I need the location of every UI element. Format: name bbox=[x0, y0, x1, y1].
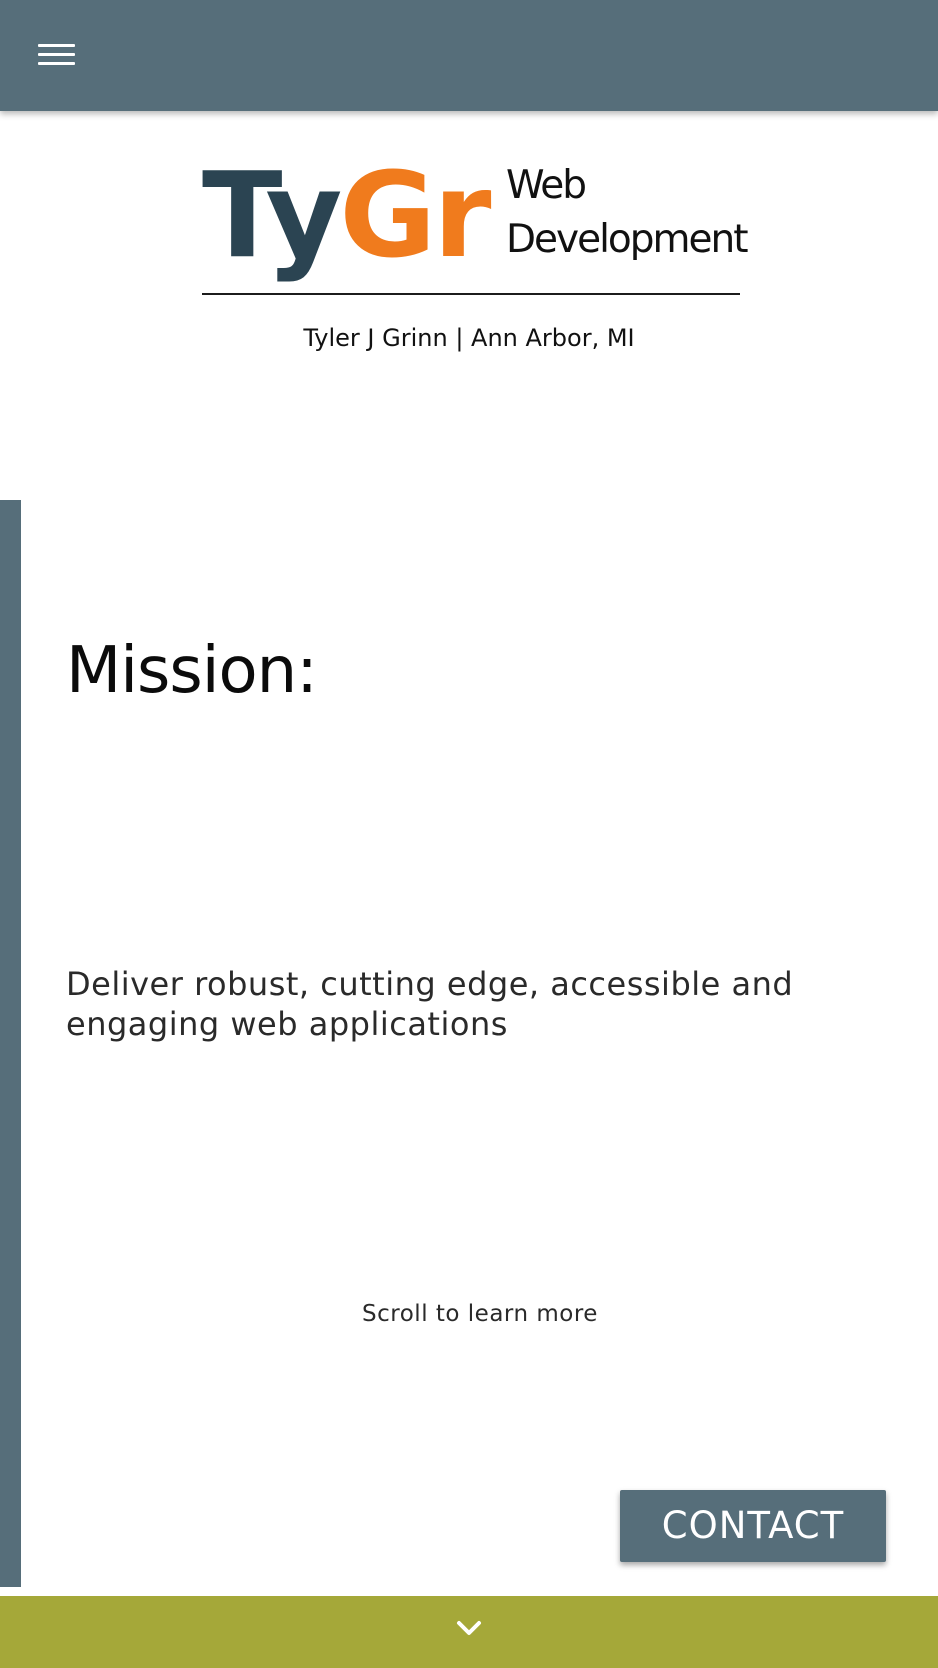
scroll-hint: Scroll to learn more bbox=[362, 1301, 598, 1327]
menu-line bbox=[38, 44, 75, 47]
logo-wordmark: TyGr bbox=[202, 145, 491, 285]
scroll-down-bar[interactable] bbox=[0, 1596, 938, 1668]
mission-title: Mission: bbox=[66, 634, 318, 708]
logo-gr: Gr bbox=[339, 146, 491, 284]
contact-button[interactable]: CONTACT bbox=[620, 1490, 886, 1562]
side-accent-bar bbox=[0, 500, 21, 1587]
logo-tagline-line1: Web bbox=[506, 163, 587, 208]
page: TyGr Web Development Tyler J Grinn | Ann… bbox=[0, 0, 938, 1668]
mission-text: Deliver robust, cutting edge, accessible… bbox=[66, 965, 794, 1043]
site-logo[interactable]: TyGr Web Development bbox=[202, 145, 749, 295]
top-navbar bbox=[0, 0, 938, 111]
logo-divider bbox=[202, 293, 740, 295]
byline: Tyler J Grinn | Ann Arbor, MI bbox=[303, 324, 635, 352]
logo-tagline: Web Development bbox=[506, 159, 749, 267]
logo-ty: Ty bbox=[202, 146, 342, 284]
chevron-down-icon bbox=[457, 1621, 481, 1635]
menu-line bbox=[38, 53, 75, 56]
logo-tagline-line2: Development bbox=[506, 217, 749, 262]
hamburger-menu-icon[interactable] bbox=[31, 38, 81, 72]
menu-line bbox=[38, 62, 75, 65]
